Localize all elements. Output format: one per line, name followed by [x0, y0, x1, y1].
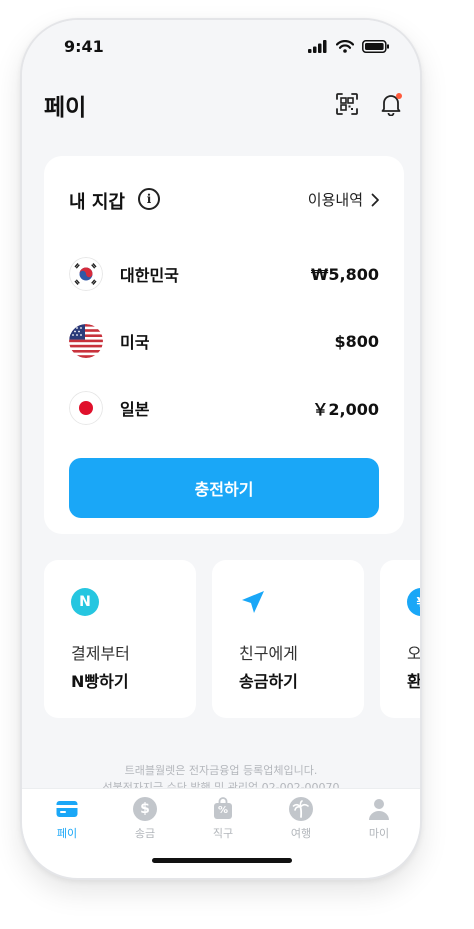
tab-pay[interactable]: 페이 — [37, 797, 97, 841]
tab-label: 마이 — [368, 827, 390, 840]
shopping-bag-icon: % — [211, 797, 235, 821]
n-badge-letter: N — [79, 594, 91, 610]
charge-button[interactable]: 충전하기 — [69, 458, 379, 518]
jp-flag-icon — [69, 391, 103, 425]
info-icon[interactable]: i — [138, 188, 160, 210]
phone-frame: 9:41 페이 내 지갑 i 이용내역 대한민국 ₩5,800 미국 $800 … — [20, 18, 422, 880]
tab-label: 여행 — [290, 827, 312, 840]
wallet-card: 내 지갑 i 이용내역 대한민국 ₩5,800 미국 $800 일본 ￥2,00… — [44, 156, 404, 534]
currency-row-korea[interactable]: 대한민국 ₩5,800 — [69, 256, 379, 292]
home-indicator — [152, 858, 292, 863]
history-label: 이용내역 — [307, 191, 363, 209]
shopping-bag-glyph: % — [217, 805, 229, 816]
app-screen: 9:41 페이 내 지갑 i 이용내역 대한민국 ₩5,800 미국 $800 … — [22, 20, 420, 878]
battery-icon — [362, 40, 389, 53]
signal-icon — [308, 40, 327, 53]
currency-row-usa[interactable]: 미국 $800 — [69, 323, 379, 359]
history-link[interactable]: 이용내역 — [308, 189, 380, 210]
dollar-coin-icon: $ — [133, 797, 157, 821]
us-flag-icon — [69, 324, 103, 358]
chevron-right-icon — [371, 193, 379, 206]
status-icons — [308, 40, 390, 53]
tab-label: 직구 — [212, 827, 234, 840]
card-icon — [56, 801, 78, 817]
tab-label: 송금 — [134, 827, 156, 840]
feature-line2: N빵하기 — [71, 672, 129, 691]
feature-line2: 송금하기 — [239, 672, 298, 691]
send-arrow-icon — [239, 588, 267, 616]
balance-amount: ￥2,000 — [312, 400, 379, 419]
tab-travel[interactable]: 여행 — [271, 797, 331, 841]
bottom-tab-bar: 페이 $ 송금 % 직구 여행 마이 — [22, 788, 420, 878]
balance-amount: $800 — [334, 331, 379, 351]
n-badge-icon: N — [71, 588, 99, 616]
notification-dot — [396, 93, 402, 99]
wallet-title: 내 지갑 — [69, 192, 125, 213]
tab-label: 페이 — [56, 827, 78, 840]
person-icon — [369, 799, 389, 820]
feature-line2: 환 — [407, 668, 420, 692]
feature-line1: 오 — [407, 640, 420, 664]
disclaimer-line1: 트래블월렛은 전자금융업 등록업체입니다. — [124, 764, 318, 777]
tab-transfer[interactable]: $ 송금 — [115, 797, 175, 841]
feature-line1: 친구에게 — [239, 644, 298, 663]
exchange-icon: ¥ — [407, 588, 420, 616]
palm-tree-icon — [289, 797, 313, 821]
country-name: 미국 — [120, 333, 150, 352]
balance-amount: ₩5,800 — [310, 264, 379, 284]
status-time: 9:41 — [64, 37, 104, 56]
svg-text:¥: ¥ — [416, 596, 420, 611]
tab-shopping[interactable]: % 직구 — [193, 797, 253, 841]
currency-row-japan[interactable]: 일본 ￥2,000 — [69, 390, 379, 426]
status-bar: 9:41 — [22, 32, 420, 62]
tab-my[interactable]: 마이 — [349, 797, 409, 841]
wifi-icon — [336, 40, 354, 53]
country-name: 대한민국 — [120, 266, 179, 285]
app-header: 페이 — [22, 78, 420, 128]
page-title: 페이 — [44, 95, 87, 121]
kr-flag-icon — [69, 257, 103, 291]
feature-line1: 결제부터 — [71, 644, 130, 663]
qr-scan-icon[interactable] — [334, 91, 360, 117]
send-money-card[interactable]: 친구에게 송금하기 — [212, 560, 364, 718]
bell-icon[interactable] — [378, 91, 404, 117]
split-pay-card[interactable]: N 결제부터 N빵하기 — [44, 560, 196, 718]
country-name: 일본 — [120, 400, 150, 419]
exchange-card[interactable]: ¥ 오 환 — [380, 560, 420, 718]
